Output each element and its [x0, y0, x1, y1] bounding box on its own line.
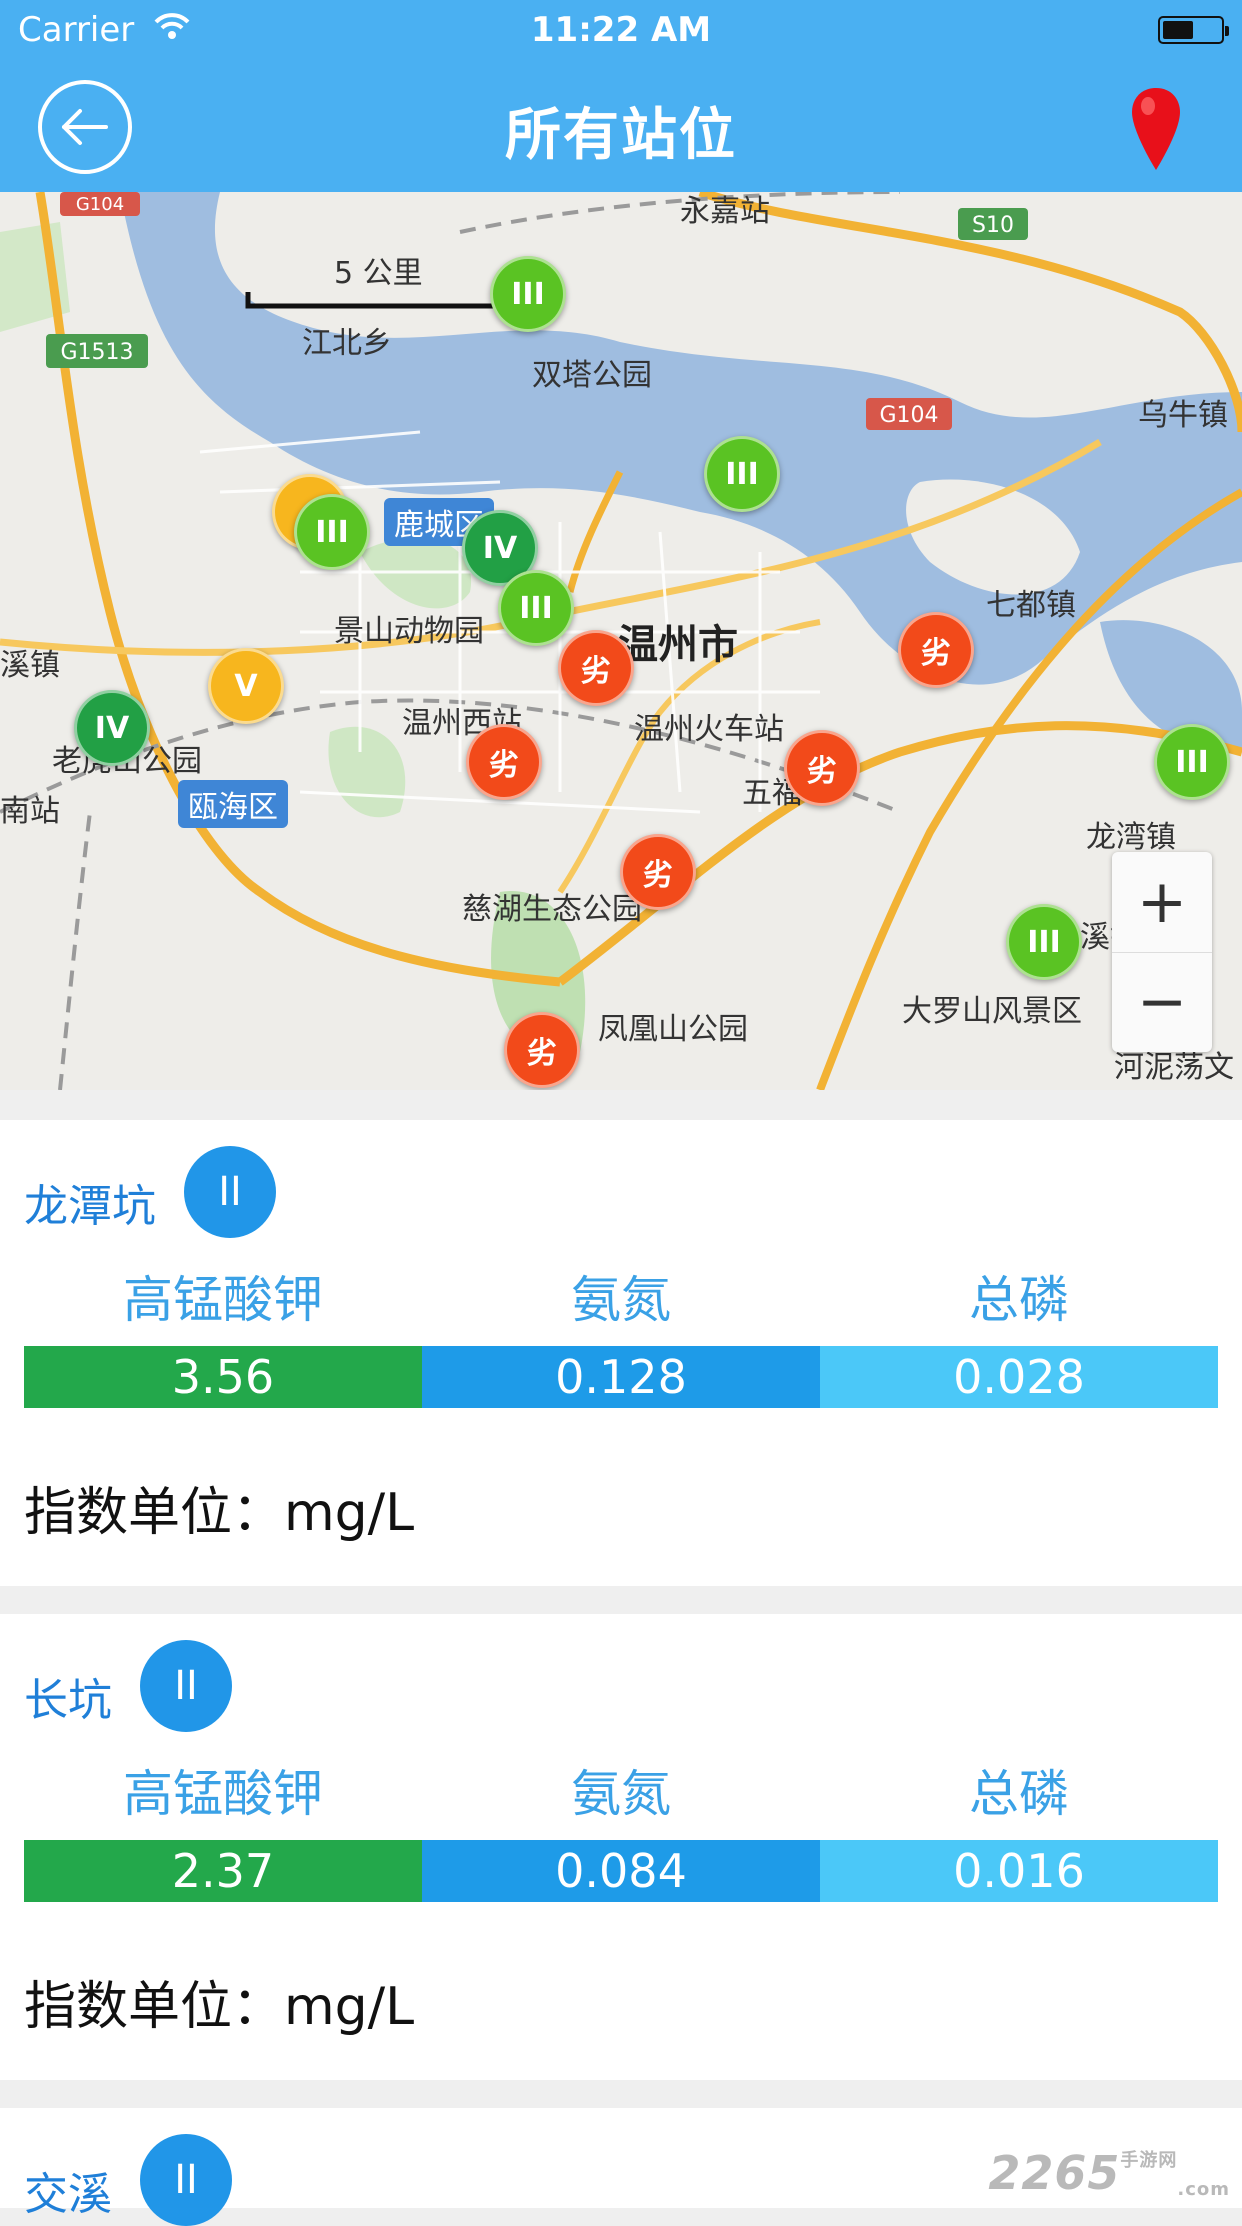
map-label-xixizhen: 溪镇: [0, 648, 60, 683]
grade-badge: II: [184, 1146, 276, 1238]
battery-icon: [1158, 16, 1229, 44]
map-label-ouhai: 瓯海区: [178, 780, 288, 828]
nav-bar: 所有站位: [0, 62, 1242, 192]
map-label-jiangbei: 江北乡: [302, 326, 392, 361]
value-phosphorus: 0.028: [820, 1346, 1218, 1408]
map-marker[interactable]: III: [704, 436, 780, 512]
map-marker[interactable]: 劣: [784, 730, 860, 806]
value-phosphorus: 0.016: [820, 1840, 1218, 1902]
param-label-phosphorus: 总磷: [969, 1271, 1069, 1329]
map-marker[interactable]: V: [208, 648, 284, 724]
map-marker[interactable]: III: [490, 256, 566, 332]
map-label-cihu: 慈湖生态公园: [462, 892, 642, 927]
map-marker[interactable]: III: [1154, 724, 1230, 800]
zoom-out-button[interactable]: −: [1112, 952, 1212, 1052]
value-ammonia: 0.128: [422, 1346, 820, 1408]
station-card[interactable]: 长坑 II 高锰酸钾 氨氮 总磷 2.37 0.084 0.016 指数单位：m…: [0, 1614, 1242, 2080]
param-label-permanganate: 高锰酸钾: [123, 1271, 323, 1329]
map-marker[interactable]: III: [1006, 904, 1082, 980]
param-labels: 高锰酸钾 氨氮 总磷: [24, 1260, 1218, 1330]
map-view[interactable]: G104 S10 G1513 G104 5 公里 永嘉站 江北乡 双塔公园 乌牛…: [0, 192, 1242, 1090]
status-time: 11:22 AM: [530, 10, 712, 50]
map-marker[interactable]: III: [294, 494, 370, 570]
station-card[interactable]: 龙潭坑 II 高锰酸钾 氨氮 总磷 3.56 0.128 0.028 指数单位：…: [0, 1120, 1242, 1586]
value-permanganate: 2.37: [24, 1840, 422, 1902]
param-label-ammonia: 氨氮: [571, 1271, 671, 1329]
watermark-sub: 手游网: [1120, 2150, 1178, 2171]
grade-badge: II: [140, 1640, 232, 1732]
map-marker[interactable]: 劣: [898, 612, 974, 688]
watermark-main: 2265: [988, 2146, 1121, 2200]
map-label-wuniu: 乌牛镇: [1138, 398, 1228, 433]
param-values: 2.37 0.084 0.016: [24, 1840, 1218, 1902]
param-label-ammonia: 氨氮: [571, 1765, 671, 1823]
map-label-wzhcz: 温州火车站: [634, 712, 784, 747]
scale-label: 5 公里: [334, 256, 423, 291]
watermark: 2265手游网 .com: [988, 2146, 1230, 2200]
map-label-shuangta: 双塔公园: [532, 358, 652, 393]
map-marker[interactable]: III: [498, 570, 574, 646]
station-name: 交溪: [24, 2169, 112, 2220]
watermark-domain: .com: [1177, 2179, 1230, 2200]
unit-label: 指数单位：mg/L: [24, 1977, 415, 2037]
param-labels: 高锰酸钾 氨氮 总磷: [24, 1754, 1218, 1824]
value-permanganate: 3.56: [24, 1346, 422, 1408]
status-bar: Carrier 11:22 AM: [0, 0, 1242, 62]
param-label-permanganate: 高锰酸钾: [123, 1765, 323, 1823]
map-label-daluoshan: 大罗山风景区: [902, 994, 1082, 1029]
location-pin-icon[interactable]: [1128, 84, 1184, 178]
map-label-yongjia: 永嘉站: [680, 194, 770, 229]
zoom-in-button[interactable]: +: [1112, 852, 1212, 953]
map-marker[interactable]: 劣: [558, 630, 634, 706]
param-label-phosphorus: 总磷: [969, 1765, 1069, 1823]
zoom-control: + −: [1112, 852, 1212, 1052]
unit-label: 指数单位：mg/L: [24, 1483, 415, 1543]
map-label-jingshan: 景山动物园: [334, 614, 484, 649]
map-label-nanzhan: 南站: [0, 794, 60, 829]
map-label-wenzhou: 温州市: [618, 622, 738, 668]
grade-badge: II: [140, 2134, 232, 2226]
map-label-qidu: 七都镇: [986, 588, 1076, 623]
map-marker[interactable]: 劣: [466, 724, 542, 800]
map-marker[interactable]: 劣: [504, 1012, 580, 1088]
map-label-fenghuang: 凤凰山公园: [598, 1012, 748, 1047]
param-values: 3.56 0.128 0.028: [24, 1346, 1218, 1408]
station-name: 长坑: [24, 1675, 112, 1726]
map-marker[interactable]: IV: [74, 690, 150, 766]
map-marker[interactable]: 劣: [620, 834, 696, 910]
map-label-longwan: 龙湾镇: [1086, 820, 1176, 855]
station-name: 龙潭坑: [24, 1181, 156, 1232]
value-ammonia: 0.084: [422, 1840, 820, 1902]
page-title: 所有站位: [505, 103, 737, 168]
